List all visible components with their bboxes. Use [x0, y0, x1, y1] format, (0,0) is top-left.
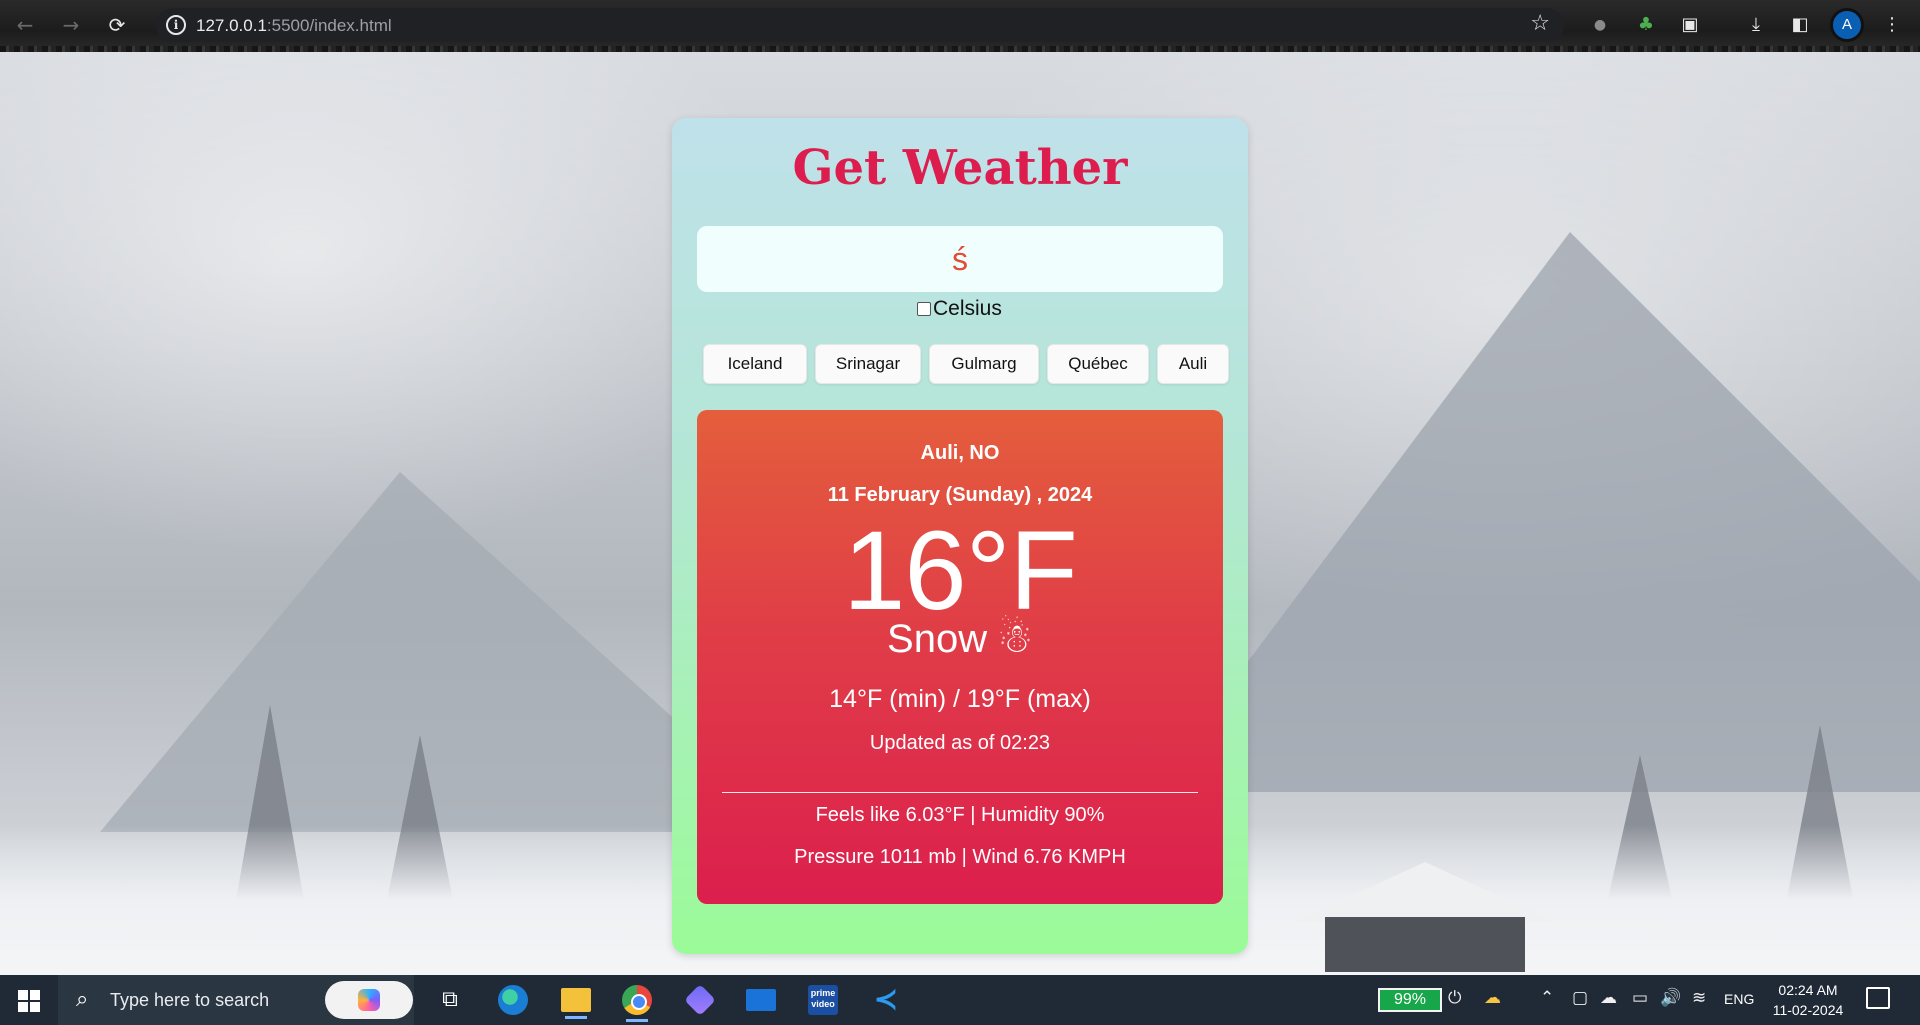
back-icon[interactable]: ←	[12, 12, 38, 38]
weather-card: Get Weather Celsius Iceland Srinagar Gul…	[672, 118, 1248, 954]
notifications-icon[interactable]	[1866, 987, 1890, 1009]
extensions-puzzle-icon[interactable]: ▣	[1678, 13, 1702, 37]
condition-label: Snow	[887, 617, 988, 661]
city-search-input[interactable]	[697, 226, 1223, 292]
celsius-checkbox[interactable]	[917, 302, 931, 316]
chevron-up-icon[interactable]: ⌃	[1540, 988, 1554, 1008]
task-view-icon[interactable]: ⧉	[432, 982, 468, 1018]
windows-start-icon[interactable]	[18, 990, 40, 1012]
taskbar-search-placeholder: Type here to search	[110, 990, 270, 1010]
side-panel-icon[interactable]: ◧	[1788, 13, 1812, 37]
location-text: Auli, NO	[920, 442, 1000, 464]
profile-avatar[interactable]: A	[1830, 8, 1864, 42]
menu-kebab-icon[interactable]: ⋮	[1880, 13, 1904, 37]
extension-mouse-icon[interactable]: ●	[1588, 13, 1612, 37]
city-button-srinagar[interactable]: Srinagar	[815, 344, 921, 384]
chrome-browser-icon[interactable]	[622, 985, 652, 1022]
pressure-wind-text: Pressure 1011 mb | Wind 6.76 KMPH	[794, 846, 1126, 868]
extension-tree-icon[interactable]: ♣	[1634, 13, 1658, 37]
vscode-icon[interactable]: ≺	[868, 982, 904, 1018]
copilot-icon[interactable]	[325, 981, 413, 1019]
url-path: :5500/index.html	[266, 16, 392, 35]
weather-result-panel: Auli, NO 11 February (Sunday) , 2024 16°…	[697, 410, 1223, 904]
reload-icon[interactable]: ⟳	[104, 12, 130, 38]
divider	[722, 792, 1198, 793]
address-bar[interactable]: i 127.0.0.1:5500/index.html ☆	[156, 8, 1564, 42]
volume-icon[interactable]: 🔊	[1660, 988, 1681, 1008]
city-button-gulmarg[interactable]: Gulmarg	[929, 344, 1039, 384]
feels-humidity-text: Feels like 6.03°F | Humidity 90%	[815, 804, 1105, 826]
forward-icon[interactable]: →	[58, 12, 84, 38]
city-buttons: Iceland Srinagar Gulmarg Québec Auli	[703, 344, 1229, 384]
bookmark-star-icon[interactable]: ☆	[1530, 11, 1550, 36]
site-info-icon[interactable]: i	[166, 15, 186, 35]
downloads-icon[interactable]: ⤓	[1744, 13, 1768, 37]
edge-browser-icon[interactable]	[498, 985, 528, 1015]
condition-text: Snow ☃	[697, 616, 1223, 662]
weather-widget-icon[interactable]: ☁	[1484, 988, 1501, 1008]
wifi-icon[interactable]: ≋	[1692, 988, 1706, 1008]
date-text: 11 February (Sunday) , 2024	[827, 484, 1093, 506]
mail-icon[interactable]	[746, 989, 776, 1011]
browser-toolbar: ← → ⟳ i 127.0.0.1:5500/index.html ☆ ● ♣ …	[0, 0, 1920, 52]
url-text[interactable]: 127.0.0.1:5500/index.html	[196, 16, 392, 36]
celsius-label: Celsius	[933, 297, 1002, 320]
system-clock[interactable]: 02:24 AM 11-02-2024	[1763, 980, 1853, 1020]
city-button-auli[interactable]: Auli	[1157, 344, 1229, 384]
clock-date: 11-02-2024	[1772, 1002, 1844, 1018]
file-explorer-icon[interactable]	[561, 988, 591, 1019]
prime-video-icon[interactable]: prime video	[808, 985, 838, 1015]
updated-text: Updated as of 02:23	[869, 732, 1051, 754]
min-max-text: 14°F (min) / 19°F (max)	[829, 685, 1091, 713]
clock-time: 02:24 AM	[1778, 982, 1838, 998]
app-icon[interactable]	[684, 984, 716, 1016]
url-host: 127.0.0.1	[196, 16, 267, 35]
power-plug-icon: ⏻	[1448, 988, 1462, 1008]
cabin	[1295, 862, 1555, 972]
windows-taskbar: ⌕ Type here to search ⧉ prime video ≺ 99…	[0, 975, 1920, 1025]
search-icon: ⌕	[76, 987, 89, 1012]
mountain-right	[1150, 232, 1920, 792]
battery-icon[interactable]: ▭	[1632, 988, 1648, 1008]
celsius-toggle[interactable]: Celsius	[917, 296, 1002, 322]
city-button-quebec[interactable]: Québec	[1047, 344, 1149, 384]
onedrive-icon[interactable]: ☁	[1600, 988, 1617, 1008]
battery-indicator[interactable]: 99%	[1378, 988, 1442, 1012]
tray-device-icon[interactable]: ▢	[1572, 988, 1588, 1008]
city-button-iceland[interactable]: Iceland	[703, 344, 807, 384]
page-title: Get Weather	[792, 140, 1128, 196]
language-indicator[interactable]: ENG	[1724, 991, 1754, 1007]
snowman-icon: ☃	[997, 616, 1033, 662]
